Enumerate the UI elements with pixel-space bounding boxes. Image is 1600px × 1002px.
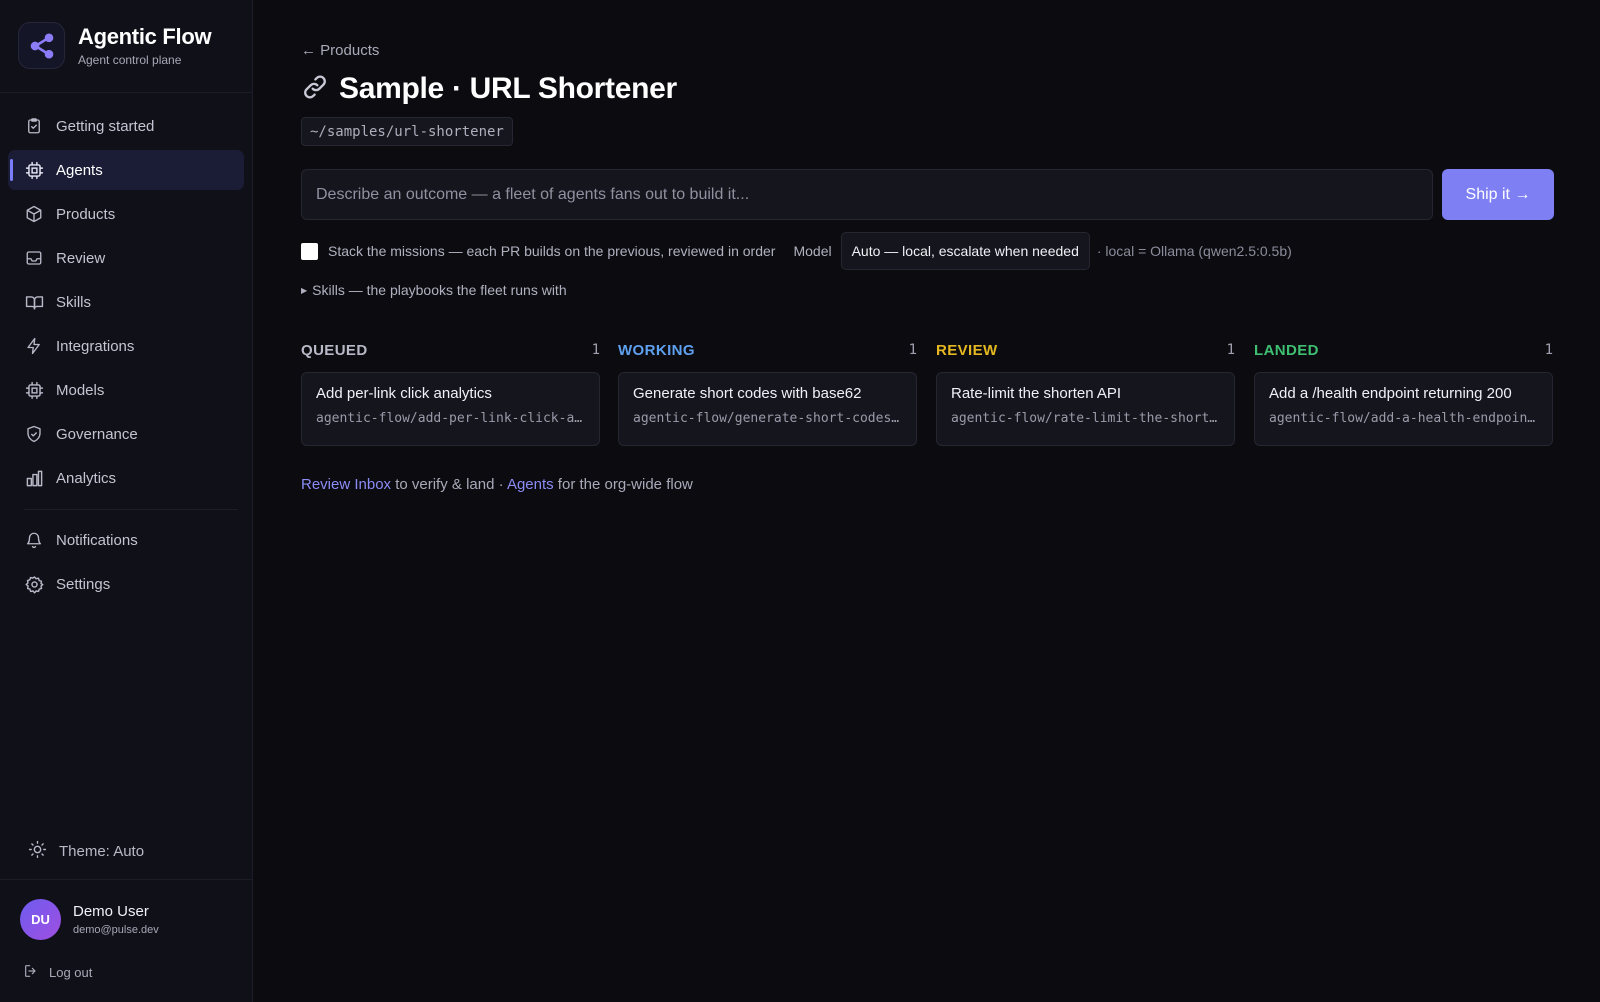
sun-icon (28, 840, 47, 863)
sidebar-item-settings[interactable]: Settings (8, 564, 244, 604)
footer-text: for the org-wide flow (553, 476, 693, 493)
column-landed: LANDED 1 Add a /health endpoint returnin… (1254, 340, 1553, 446)
task-title: Rate-limit the shorten API (951, 385, 1122, 402)
sidebar-item-notifications[interactable]: Notifications (8, 520, 244, 560)
brand-title: Agentic Flow (78, 24, 212, 49)
sidebar-item-integrations[interactable]: Integrations (8, 326, 244, 366)
task-branch: agentic-flow/generate-short-codes-with-b… (633, 411, 902, 426)
task-branch: agentic-flow/rate-limit-the-shorten-api (951, 411, 1220, 426)
bell-icon (24, 530, 44, 550)
sidebar-item-label: Products (56, 205, 116, 223)
box-icon (24, 204, 44, 224)
sidebar-item-agents[interactable]: Agents (8, 150, 244, 190)
sidebar-item-models[interactable]: Models (8, 370, 244, 410)
outcome-input[interactable] (301, 169, 1433, 220)
footer-hint: Review Inbox to verify & land · Agents f… (301, 476, 693, 493)
sidebar-divider (0, 879, 252, 880)
bar-chart-icon (24, 468, 44, 488)
task-title: Add per-link click analytics (316, 385, 492, 402)
logout-label: Log out (49, 965, 93, 980)
sidebar-item-governance[interactable]: Governance (8, 414, 244, 454)
sidebar-item-label: Analytics (56, 469, 117, 487)
stack-missions-label: Stack the missions — each PR builds on t… (328, 243, 776, 259)
inbox-icon (24, 248, 44, 268)
sidebar-item-label: Agents (56, 161, 103, 179)
theme-label: Theme: Auto (59, 843, 145, 860)
sidebar-item-label: Settings (56, 575, 111, 593)
sidebar-divider (0, 92, 252, 93)
skills-disclosure[interactable]: ▶ Skills — the playbooks the fleet runs w… (301, 282, 567, 298)
sidebar-item-products[interactable]: Products (8, 194, 244, 234)
sidebar-item-getting-started[interactable]: Getting started (8, 106, 244, 146)
task-title: Generate short codes with base62 (633, 385, 862, 402)
sidebar-item-label: Getting started (56, 117, 155, 135)
user-name: Demo User (73, 903, 149, 920)
avatar: DU (20, 899, 61, 940)
sidebar-item-label: Skills (56, 293, 92, 311)
cpu-icon (24, 160, 44, 180)
column-review: REVIEW 1 Rate-limit the shorten API agen… (936, 340, 1235, 446)
column-title: REVIEW (936, 341, 998, 359)
column-title: LANDED (1254, 341, 1319, 359)
stack-missions-checkbox[interactable] (301, 242, 318, 260)
gear-icon (24, 574, 44, 594)
column-working: WORKING 1 Generate short codes with base… (618, 340, 917, 446)
page-title-text: Sample · URL Shortener (339, 72, 677, 105)
column-title: WORKING (618, 341, 695, 359)
column-count: 1 (908, 342, 917, 358)
model-label: Model (793, 243, 832, 259)
column-queued: QUEUED 1 Add per-link click analytics ag… (301, 340, 600, 446)
task-card[interactable]: Generate short codes with base62 agentic… (618, 372, 917, 446)
shield-check-icon (24, 424, 44, 444)
sidebar-item-review[interactable]: Review (8, 238, 244, 278)
sidebar: Agentic Flow Agent control plane Getting… (0, 0, 253, 1002)
sidebar-item-label: Models (56, 381, 105, 399)
task-title: Add a /health endpoint returning 200 (1269, 385, 1512, 402)
brand-subtitle: Agent control plane (78, 53, 182, 67)
column-title: QUEUED (301, 341, 368, 359)
brand[interactable]: Agentic Flow Agent control plane (18, 22, 212, 69)
user-email: demo@pulse.dev (73, 924, 159, 936)
page-title: Sample · URL Shortener (301, 72, 677, 106)
agents-link[interactable]: Agents (507, 476, 554, 493)
link-icon (301, 73, 329, 105)
sidebar-item-label: Integrations (56, 337, 135, 355)
clipboard-check-icon (24, 116, 44, 136)
sidebar-item-skills[interactable]: Skills (8, 282, 244, 322)
sidebar-item-label: Notifications (56, 531, 138, 549)
model-hint: · local = Ollama (qwen2.5:0.5b) (1096, 243, 1292, 259)
sidebar-item-analytics[interactable]: Analytics (8, 458, 244, 498)
skills-label: Skills — the playbooks the fleet runs wi… (312, 282, 567, 298)
repo-path: ~/samples/url-shortener (301, 117, 513, 146)
options-row: Stack the missions — each PR builds on t… (301, 232, 1292, 270)
sidebar-item-label: Review (56, 249, 106, 267)
task-branch: agentic-flow/add-a-health-endpoint-retur… (1269, 411, 1538, 426)
ship-it-button[interactable]: Ship it → (1442, 169, 1554, 220)
zap-icon (24, 336, 44, 356)
theme-toggle[interactable]: Theme: Auto (28, 840, 144, 863)
back-link[interactable]: ← Products (301, 42, 379, 59)
share-icon (18, 22, 65, 69)
task-card[interactable]: Rate-limit the shorten API agentic-flow/… (936, 372, 1235, 446)
sidebar-item-label: Governance (56, 425, 138, 443)
column-count: 1 (1226, 342, 1235, 358)
book-icon (24, 292, 44, 312)
column-count: 1 (591, 342, 600, 358)
task-branch: agentic-flow/add-per-link-click-analytic… (316, 411, 585, 426)
user-profile[interactable]: DU Demo User demo@pulse.dev (20, 899, 159, 940)
sidebar-divider (24, 509, 238, 510)
task-card[interactable]: Add per-link click analytics agentic-flo… (301, 372, 600, 446)
logout-icon (23, 963, 39, 982)
footer-text: to verify & land · (391, 476, 507, 493)
task-card[interactable]: Add a /health endpoint returning 200 age… (1254, 372, 1553, 446)
review-inbox-link[interactable]: Review Inbox (301, 476, 391, 493)
model-select[interactable]: Auto — local, escalate when needed (840, 232, 1090, 270)
column-count: 1 (1544, 342, 1553, 358)
cpu-icon (24, 380, 44, 400)
logout-button[interactable]: Log out (23, 963, 92, 982)
disclosure-triangle-icon: ▶ (301, 286, 308, 295)
